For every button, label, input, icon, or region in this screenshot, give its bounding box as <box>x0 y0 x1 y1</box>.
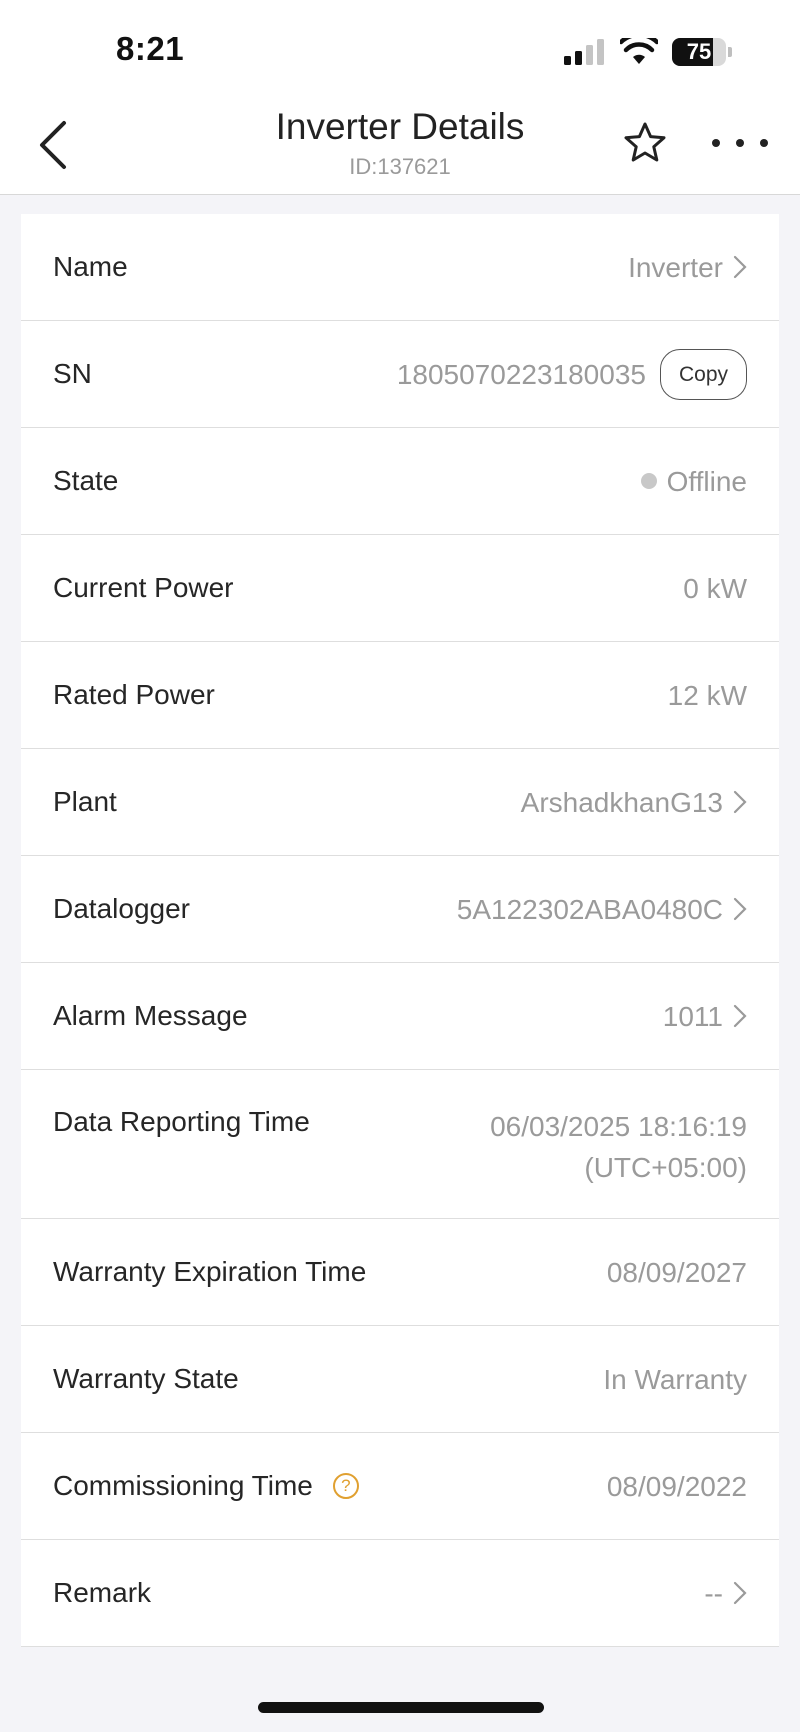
battery-icon: 75 <box>672 38 726 66</box>
chevron-right-icon <box>733 1581 747 1605</box>
row-value-group: ArshadkhanG13 <box>521 782 747 823</box>
row-label: Plant <box>53 786 117 817</box>
nav-bar: Inverter Details ID:137621 <box>0 96 800 195</box>
row-value-group: 06/03/2025 18:16:19 (UTC+05:00) <box>490 1106 747 1188</box>
status-icons: 75 <box>564 38 732 66</box>
status-value: Offline <box>666 465 747 497</box>
row-value: 12 kW <box>667 679 747 711</box>
cellular-signal-icon <box>564 39 604 65</box>
row-value-group: 1805070223180035 Copy <box>396 348 747 400</box>
row-data-reporting-time: Data Reporting Time 06/03/2025 18:16:19 … <box>21 1070 779 1219</box>
row-value: -- <box>704 1577 723 1609</box>
row-value: In Warranty <box>603 1363 747 1395</box>
chevron-right-icon <box>733 790 747 814</box>
row-value-group: -- <box>704 1573 747 1614</box>
more-options-button[interactable] <box>712 128 768 158</box>
row-value: 1011 <box>662 1000 723 1032</box>
row-plant[interactable]: Plant ArshadkhanG13 <box>21 749 779 856</box>
row-value: ArshadkhanG13 <box>520 786 723 818</box>
status-bar: 8:21 75 <box>0 0 800 96</box>
help-question-icon[interactable]: ? <box>332 1473 359 1499</box>
row-value-timezone: (UTC+05:00) <box>584 1152 747 1183</box>
details-card: Name Inverter SN 1805070223180035 Copy S… <box>21 214 779 1647</box>
row-label-group: Commissioning Time ? <box>53 1470 359 1502</box>
copy-button[interactable]: Copy <box>659 348 747 400</box>
row-current-power: Current Power 0 kW <box>21 535 779 642</box>
chevron-right-icon <box>733 897 747 921</box>
row-warranty-state: Warranty State In Warranty <box>21 1326 779 1433</box>
row-value-group: 0 kW <box>683 568 747 609</box>
row-warranty-expiration: Warranty Expiration Time 08/09/2027 <box>21 1219 779 1326</box>
status-time: 8:21 <box>116 30 185 67</box>
page-subtitle: ID:137621 <box>349 154 451 179</box>
chevron-right-icon <box>733 255 747 279</box>
row-label: Remark <box>53 1577 152 1608</box>
row-value: 08/09/2027 <box>606 1256 747 1288</box>
row-value-group: In Warranty <box>603 1359 747 1400</box>
wifi-icon <box>620 38 658 64</box>
row-alarm-message[interactable]: Alarm Message 1011 <box>21 963 779 1070</box>
chevron-right-icon <box>733 1004 747 1028</box>
row-value: 0 kW <box>683 572 747 604</box>
favorite-button[interactable] <box>622 120 668 166</box>
row-value-group: 5A122302ABA0480C <box>457 889 747 930</box>
more-dot-icon <box>712 139 720 147</box>
row-value-group: 1011 <box>663 996 747 1037</box>
row-label: Name <box>53 251 128 282</box>
row-label: State <box>53 465 119 496</box>
row-label: Alarm Message <box>53 1000 248 1031</box>
more-dot-icon <box>760 139 768 147</box>
row-label: Warranty Expiration Time <box>53 1256 367 1287</box>
row-value: Inverter <box>628 251 723 283</box>
row-label: SN <box>53 358 92 389</box>
row-commissioning-time: Commissioning Time ? 08/09/2022 <box>21 1433 779 1540</box>
row-value-group: Offline <box>640 461 747 502</box>
home-indicator <box>258 1702 544 1713</box>
battery-percent: 75 <box>686 39 712 64</box>
star-icon <box>624 122 666 162</box>
row-state: State Offline <box>21 428 779 535</box>
row-value-group: Inverter <box>628 247 747 288</box>
row-value: 5A122302ABA0480C <box>456 893 723 925</box>
row-value: 1805070223180035 <box>396 358 646 390</box>
row-name[interactable]: Name Inverter <box>21 214 779 321</box>
row-rated-power: Rated Power 12 kW <box>21 642 779 749</box>
row-label: Rated Power <box>53 679 215 710</box>
row-label: Data Reporting Time <box>53 1106 310 1137</box>
row-value: 08/09/2022 <box>606 1470 747 1502</box>
row-label: Datalogger <box>53 893 190 924</box>
battery-nub <box>728 47 732 57</box>
row-value: 06/03/2025 18:16:19 <box>490 1111 747 1142</box>
page-title: Inverter Details <box>275 106 525 147</box>
row-datalogger[interactable]: Datalogger 5A122302ABA0480C <box>21 856 779 963</box>
row-value-group: 08/09/2022 <box>607 1466 747 1507</box>
row-value-group: 08/09/2027 <box>607 1252 747 1293</box>
row-sn: SN 1805070223180035 Copy <box>21 321 779 428</box>
status-dot-icon <box>640 473 657 489</box>
more-dot-icon <box>736 139 744 147</box>
row-label: Warranty State <box>53 1363 239 1394</box>
row-label: Current Power <box>53 572 234 603</box>
row-remark[interactable]: Remark -- <box>21 1540 779 1647</box>
row-value-group: 12 kW <box>668 675 747 716</box>
row-label: Commissioning Time <box>53 1470 313 1501</box>
